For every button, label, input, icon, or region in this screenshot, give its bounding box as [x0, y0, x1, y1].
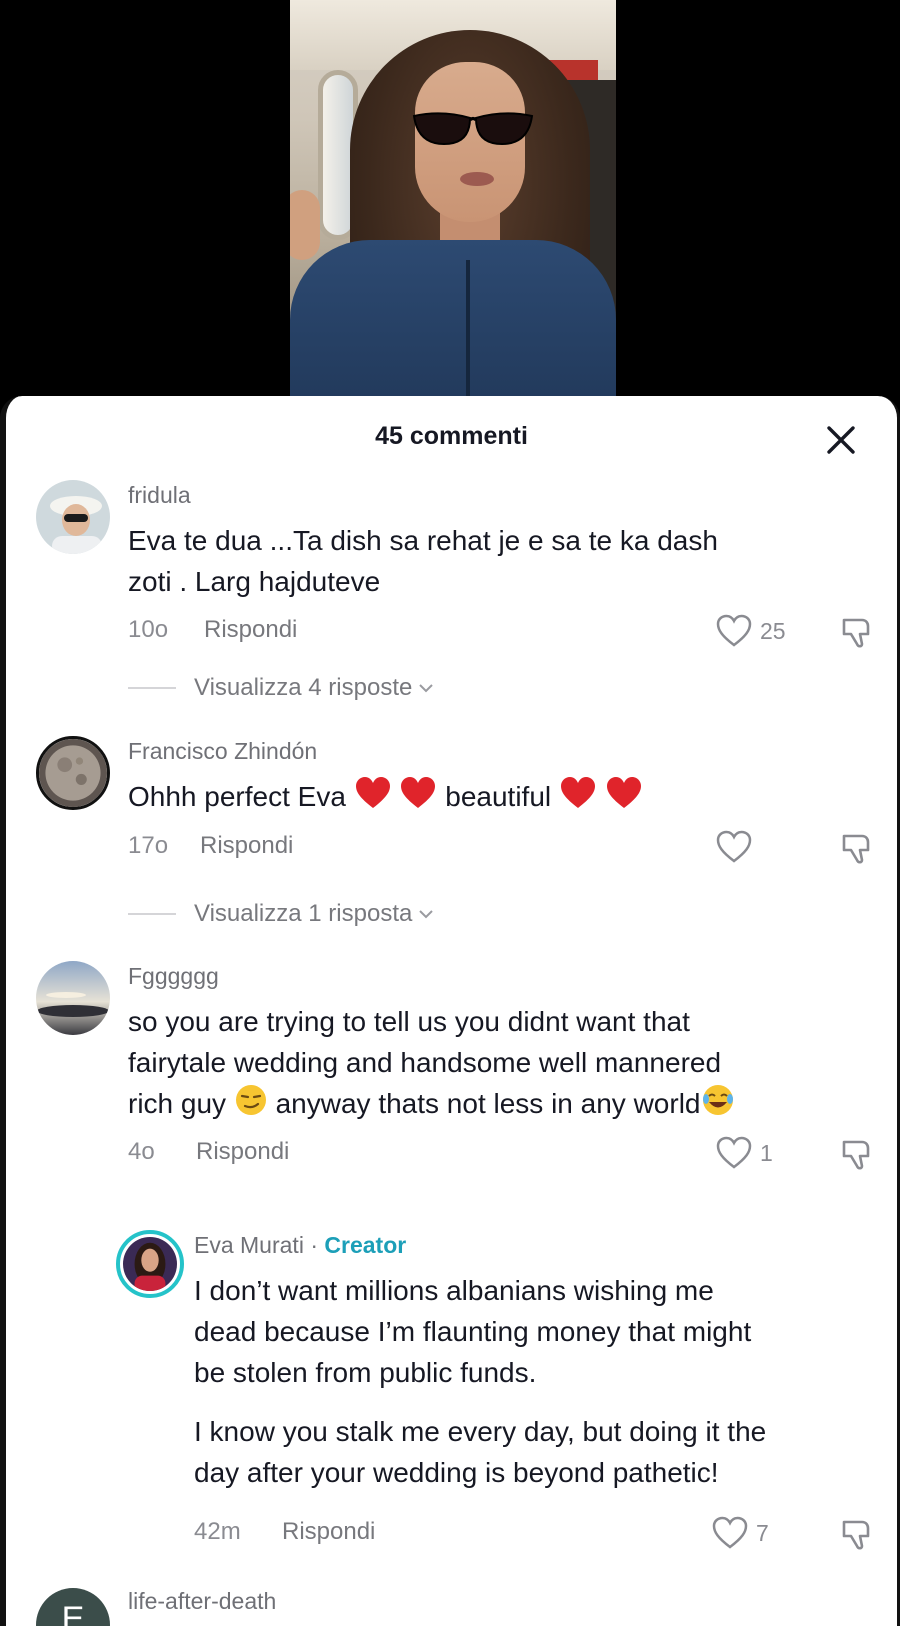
person-hoodie	[290, 240, 616, 396]
red-heart-emoji	[560, 777, 595, 808]
like-count: 25	[760, 617, 786, 644]
person-lips	[460, 172, 494, 186]
view-replies-button[interactable]: Visualizza 4 risposte	[128, 674, 436, 702]
comment-text-line: dead because I’m flaunting money that mi…	[194, 1316, 752, 1347]
comment-text-part: Ohhh perfect Eva	[128, 781, 346, 812]
separator-dot: ·	[310, 1232, 318, 1258]
like-button[interactable]: 1	[716, 1136, 773, 1170]
reply-button[interactable]: Rispondi	[200, 832, 293, 860]
comment-username[interactable]: Fgggggg	[128, 963, 219, 990]
comment-text: I don’t want millions albanians wishing …	[194, 1270, 766, 1493]
red-heart-emoji	[355, 777, 390, 808]
comment-text-line: so you are trying to tell us you didnt w…	[128, 1006, 690, 1037]
heart-icon	[712, 1516, 748, 1549]
comment-username: Eva Murati · Creator	[194, 1232, 406, 1259]
laughing-tears-emoji	[702, 1085, 733, 1115]
heart-icon	[716, 614, 752, 647]
creator-badge: Creator	[324, 1232, 407, 1258]
smirk-emoji	[235, 1085, 266, 1115]
comment-text-line: rich guy anyway thats not less in any wo…	[128, 1083, 735, 1124]
avatar[interactable]	[116, 1230, 184, 1298]
divider-line	[128, 913, 176, 915]
comment-username[interactable]: life-after-death	[128, 1588, 276, 1615]
view-replies-button[interactable]: Visualizza 1 risposta	[128, 900, 436, 928]
dislike-icon[interactable]	[840, 1136, 876, 1172]
like-count: 7	[756, 1519, 769, 1546]
view-replies-label: Visualizza 1 risposta	[194, 900, 413, 927]
view-replies-label: Visualizza 4 risposte	[194, 674, 413, 701]
comment-text-part: beautiful	[445, 781, 552, 812]
comment-text-part: rich guy	[128, 1088, 227, 1119]
creator-name[interactable]: Eva Murati	[194, 1232, 304, 1258]
dislike-icon[interactable]	[840, 614, 876, 650]
comment-username[interactable]: Francisco Zhindón	[128, 738, 317, 765]
comment-text-line: I know you stalk me every day, but doing…	[194, 1416, 767, 1447]
comment-time: 17o	[128, 832, 169, 859]
like-button[interactable]: 7	[712, 1516, 769, 1550]
red-heart-emoji	[401, 777, 436, 808]
chevron-down-icon	[419, 684, 434, 693]
comment-text: Eva te dua ...Ta dish sa rehat je e sa t…	[128, 520, 718, 602]
sunglasses	[412, 112, 534, 146]
comment-text: Ohhh perfect Eva beautiful	[128, 776, 643, 817]
avatar-letter: E	[61, 1600, 85, 1626]
sheet-header: 45 commenti	[6, 396, 897, 480]
heart-icon	[716, 830, 752, 863]
red-heart-emoji	[606, 777, 641, 808]
reply-button[interactable]: Rispondi	[204, 616, 297, 644]
avatar[interactable]: E	[36, 1588, 110, 1626]
dislike-icon[interactable]	[840, 830, 876, 866]
comments-count-title: 45 commenti	[375, 422, 528, 450]
reply-button[interactable]: Rispondi	[282, 1518, 375, 1546]
chevron-down-icon	[419, 910, 434, 919]
like-count: 1	[760, 1139, 773, 1166]
person-hand	[290, 190, 320, 260]
like-button[interactable]: 25	[716, 614, 786, 648]
comment-text-line: day after your wedding is beyond patheti…	[194, 1457, 719, 1488]
comment-text-line: be stolen from public funds.	[194, 1357, 537, 1388]
comment-text-part: anyway thats not less in any world	[275, 1088, 701, 1119]
comment-time: 10o	[128, 616, 169, 643]
video-player[interactable]	[0, 0, 900, 420]
comment-username[interactable]: fridula	[128, 482, 191, 509]
reply-button[interactable]: Rispondi	[196, 1138, 289, 1166]
hoodie-zipper	[466, 260, 470, 396]
comments-sheet: 45 commenti fridula Eva te dua ...Ta dis…	[0, 396, 900, 1626]
dislike-icon[interactable]	[840, 1516, 876, 1552]
avatar[interactable]	[36, 480, 110, 554]
comment-time: 4o	[128, 1138, 155, 1165]
comment-text-line: zoti . Larg hajduteve	[128, 566, 381, 597]
video-frame[interactable]	[290, 0, 616, 396]
heart-icon	[716, 1136, 752, 1169]
comment-text-line: I don’t want millions albanians wishing …	[194, 1275, 714, 1306]
comment-text-line: Eva te dua ...Ta dish sa rehat je e sa t…	[128, 525, 718, 556]
comment-time: 42m	[194, 1518, 241, 1545]
divider-line	[128, 687, 176, 689]
close-icon[interactable]	[823, 422, 859, 458]
comment-text: so you are trying to tell us you didnt w…	[128, 1001, 735, 1124]
avatar[interactable]	[36, 736, 110, 810]
like-button[interactable]	[716, 830, 752, 864]
comment-text-line: fairytale wedding and handsome well mann…	[128, 1047, 722, 1078]
avatar[interactable]	[36, 961, 110, 1035]
